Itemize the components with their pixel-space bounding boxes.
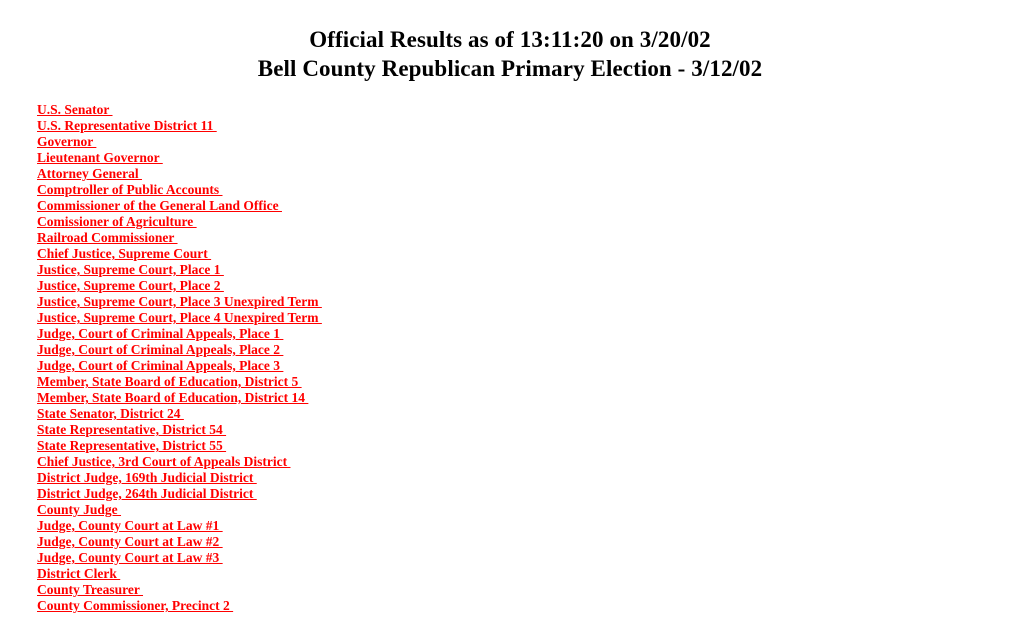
contest-list-item: Justice, Supreme Court, Place 2: [37, 278, 1020, 294]
contest-list-item: Attorney General: [37, 166, 1020, 182]
contest-list-item: Chief Justice, Supreme Court: [37, 246, 1020, 262]
contest-list-item: State Representative, District 54: [37, 422, 1020, 438]
contest-list-item: U.S. Representative District 11: [37, 118, 1020, 134]
results-timestamp-title: Official Results as of 13:11:20 on 3/20/…: [309, 27, 711, 52]
contest-link[interactable]: Comptroller of Public Accounts: [37, 182, 223, 197]
contest-list-item: Chief Justice, 3rd Court of Appeals Dist…: [37, 454, 1020, 470]
contest-list-item: Comptroller of Public Accounts: [37, 182, 1020, 198]
contest-list-item: Judge, County Court at Law #3: [37, 550, 1020, 566]
contest-list-item: Judge, County Court at Law #2: [37, 534, 1020, 550]
contest-list-item: Justice, Supreme Court, Place 3 Unexpire…: [37, 294, 1020, 310]
contest-link[interactable]: Judge, Court of Criminal Appeals, Place …: [37, 342, 283, 357]
contest-link[interactable]: Chief Justice, Supreme Court: [37, 246, 211, 261]
contest-list-item: U.S. Senator: [37, 102, 1020, 118]
contest-list-item: Comissioner of Agriculture: [37, 214, 1020, 230]
contest-link[interactable]: Justice, Supreme Court, Place 3 Unexpire…: [37, 294, 322, 309]
contest-list-item: Judge, Court of Criminal Appeals, Place …: [37, 326, 1020, 342]
contest-link[interactable]: U.S. Representative District 11: [37, 118, 217, 133]
contest-link[interactable]: Justice, Supreme Court, Place 2: [37, 278, 224, 293]
election-name-title: Bell County Republican Primary Election …: [257, 56, 763, 81]
contest-list-item: Governor: [37, 134, 1020, 150]
contest-list-item: District Clerk: [37, 566, 1020, 582]
contest-list-item: Judge, Court of Criminal Appeals, Place …: [37, 358, 1020, 374]
contest-link[interactable]: Commissioner of the General Land Office: [37, 198, 282, 213]
contest-list-item: District Judge, 264th Judicial District: [37, 486, 1020, 502]
contest-list-item: County Judge: [37, 502, 1020, 518]
contest-link[interactable]: County Treasurer: [37, 582, 143, 597]
contest-link[interactable]: Judge, County Court at Law #2: [37, 534, 223, 549]
contest-link[interactable]: Attorney General: [37, 166, 142, 181]
contest-list-item: County Treasurer: [37, 582, 1020, 598]
contest-list-item: Judge, County Court at Law #1: [37, 518, 1020, 534]
contest-list-item: Judge, Court of Criminal Appeals, Place …: [37, 342, 1020, 358]
contest-link[interactable]: Judge, Court of Criminal Appeals, Place …: [37, 358, 283, 373]
contest-list-item: State Representative, District 55: [37, 438, 1020, 454]
contest-link[interactable]: Judge, County Court at Law #1: [37, 518, 223, 533]
contest-list-item: Member, State Board of Education, Distri…: [37, 374, 1020, 390]
contest-link[interactable]: Lieutenant Governor: [37, 150, 163, 165]
contest-list-item: Railroad Commissioner: [37, 230, 1020, 246]
contest-list-item: Lieutenant Governor: [37, 150, 1020, 166]
contest-link[interactable]: Railroad Commissioner: [37, 230, 178, 245]
contest-list-item: District Judge, 169th Judicial District: [37, 470, 1020, 486]
contest-list-item: Justice, Supreme Court, Place 4 Unexpire…: [37, 310, 1020, 326]
contest-list-item: Commissioner of the General Land Office: [37, 198, 1020, 214]
contest-link[interactable]: State Senator, District 24: [37, 406, 184, 421]
contest-link[interactable]: Comissioner of Agriculture: [37, 214, 197, 229]
contest-list-item: Member, State Board of Education, Distri…: [37, 390, 1020, 406]
contest-link[interactable]: State Representative, District 55: [37, 438, 226, 453]
contest-link[interactable]: Governor: [37, 134, 96, 149]
contest-link[interactable]: Member, State Board of Education, Distri…: [37, 390, 308, 405]
contest-link[interactable]: Member, State Board of Education, Distri…: [37, 374, 302, 389]
contest-link[interactable]: District Judge, 169th Judicial District: [37, 470, 257, 485]
contest-link[interactable]: State Representative, District 54: [37, 422, 226, 437]
page-heading: Official Results as of 13:11:20 on 3/20/…: [0, 0, 1020, 83]
contest-link-list: U.S. Senator U.S. Representative Distric…: [37, 102, 1020, 614]
contest-list-item: County Commissioner, Precinct 2: [37, 598, 1020, 614]
contest-link[interactable]: County Commissioner, Precinct 2: [37, 598, 233, 613]
contest-list-item: State Senator, District 24: [37, 406, 1020, 422]
contest-link[interactable]: Judge, County Court at Law #3: [37, 550, 223, 565]
contest-link[interactable]: District Clerk: [37, 566, 120, 581]
contest-link[interactable]: District Judge, 264th Judicial District: [37, 486, 257, 501]
contest-link[interactable]: County Judge: [37, 502, 121, 517]
contest-link[interactable]: Justice, Supreme Court, Place 4 Unexpire…: [37, 310, 322, 325]
contest-link[interactable]: U.S. Senator: [37, 102, 113, 117]
contest-link[interactable]: Chief Justice, 3rd Court of Appeals Dist…: [37, 454, 290, 469]
contest-link[interactable]: Justice, Supreme Court, Place 1: [37, 262, 224, 277]
contest-list-item: Justice, Supreme Court, Place 1: [37, 262, 1020, 278]
contest-link[interactable]: Judge, Court of Criminal Appeals, Place …: [37, 326, 283, 341]
